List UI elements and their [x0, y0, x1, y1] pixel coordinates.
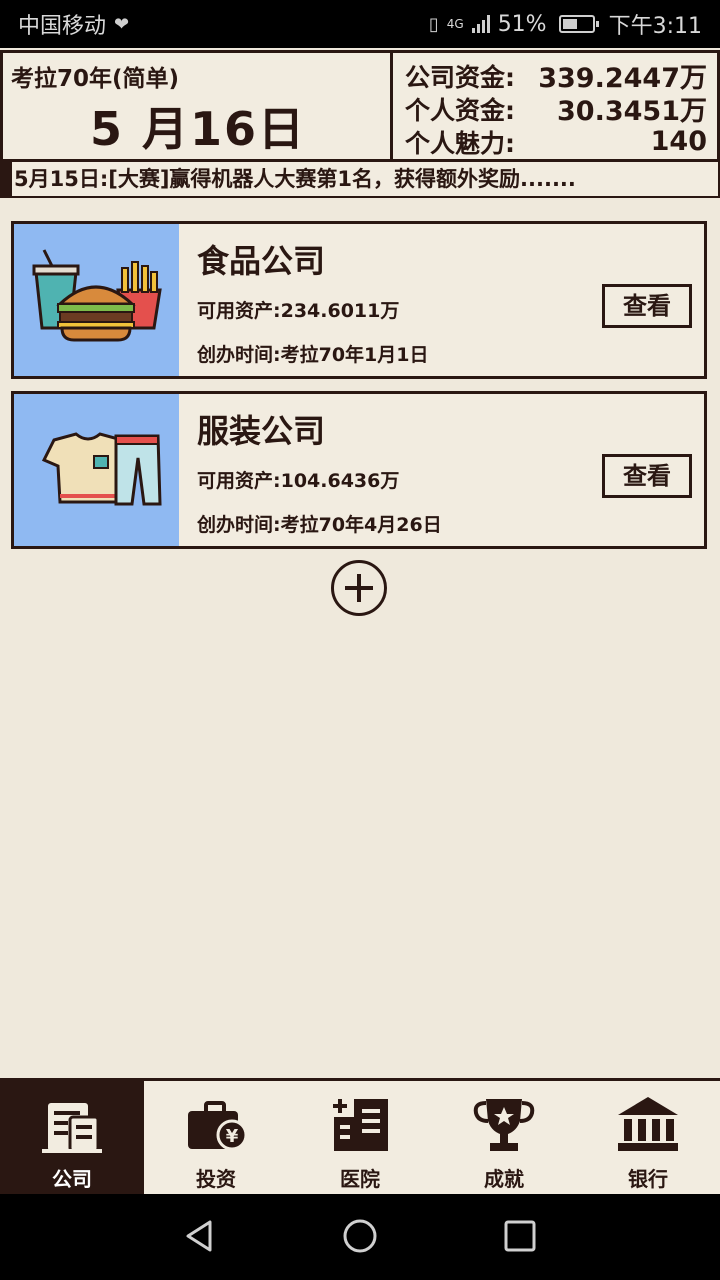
signal-icon: [471, 15, 490, 33]
bottom-tab-bar: 公司 ¥ 投资 医院 成就 银行: [0, 1078, 720, 1194]
tab-achievements[interactable]: 成就: [432, 1081, 576, 1194]
stat-label: 公司资金:: [405, 62, 515, 92]
view-button[interactable]: 查看: [602, 454, 692, 498]
date-panel: 考拉70年(简单) 5 月16日: [3, 53, 393, 159]
tab-hospital[interactable]: 医院: [288, 1081, 432, 1194]
battery-icon: [558, 15, 599, 33]
bank-icon: [618, 1097, 678, 1151]
tab-label: 成就: [484, 1167, 524, 1191]
building-icon: [42, 1103, 102, 1153]
company-card-clothing[interactable]: 服装公司 可用资产:104.6436万 创办时间:考拉70年4月26日 查看: [11, 391, 707, 549]
company-card-food[interactable]: 食品公司 可用资产:234.6011万 创办时间:考拉70年1月1日 查看: [11, 221, 707, 379]
recents-icon[interactable]: [500, 1216, 540, 1256]
funds-panel: 公司资金: 339.2447万 个人资金: 30.3451万 个人魅力: 140: [393, 53, 717, 159]
burger-fries-icon: [14, 224, 179, 376]
back-icon[interactable]: [180, 1216, 220, 1256]
tab-company[interactable]: 公司: [0, 1081, 144, 1194]
personal-funds-row: 个人资金: 30.3451万: [405, 92, 707, 128]
personal-funds-value: 30.3451万: [557, 96, 707, 127]
svg-text:¥: ¥: [226, 1126, 239, 1147]
company-founded-date: 创办时间:考拉70年1月1日: [197, 344, 429, 366]
tab-invest[interactable]: ¥ 投资: [144, 1081, 288, 1194]
tab-bank[interactable]: 银行: [576, 1081, 720, 1194]
network-type: 4G: [446, 17, 464, 31]
vibrate-icon: ▯: [428, 13, 439, 35]
game-header: 考拉70年(简单) 5 月16日 公司资金: 339.2447万 个人资金: 3…: [0, 50, 720, 162]
status-bar: 中国移动 ❤ ▯ 4G 51% 下午3:11: [0, 0, 720, 48]
stat-label: 个人魅力:: [405, 128, 515, 158]
game-date: 5 月16日: [89, 102, 307, 156]
view-button[interactable]: 查看: [602, 284, 692, 328]
tab-label: 公司: [52, 1167, 92, 1191]
home-icon[interactable]: [340, 1216, 380, 1256]
carrier-label: 中国移动: [18, 14, 107, 39]
company-name: 服装公司: [197, 412, 326, 450]
briefcase-yen-icon: ¥: [188, 1101, 248, 1151]
hospital-icon: [333, 1099, 388, 1151]
company-assets: 可用资产:234.6011万: [197, 300, 400, 322]
trophy-icon: [473, 1099, 535, 1151]
clock: 下午3:11: [608, 14, 702, 39]
company-funds-row: 公司资金: 339.2447万: [405, 59, 707, 95]
charisma-value: 140: [650, 126, 707, 157]
system-nav-bar: [0, 1194, 720, 1280]
news-ticker-text: 5月15日:[大赛]赢得机器人大赛第1名，获得额外奖励.......: [14, 167, 576, 191]
tab-label: 投资: [196, 1167, 236, 1191]
battery-percent: 51%: [497, 11, 547, 37]
charisma-row: 个人魅力: 140: [405, 125, 707, 158]
news-ticker[interactable]: 5月15日:[大赛]赢得机器人大赛第1名，获得额外奖励.......: [0, 162, 720, 198]
company-name: 食品公司: [197, 242, 326, 280]
company-assets: 可用资产:104.6436万: [197, 470, 400, 492]
add-company-button[interactable]: [331, 560, 387, 616]
tab-label: 银行: [628, 1167, 668, 1191]
health-heart-icon: ❤: [114, 13, 130, 35]
stat-label: 个人资金:: [405, 95, 515, 125]
clothes-icon: [14, 394, 179, 546]
game-mode-label: 考拉70年(简单): [11, 66, 180, 92]
company-founded-date: 创办时间:考拉70年4月26日: [197, 514, 442, 536]
tab-label: 医院: [340, 1167, 380, 1191]
